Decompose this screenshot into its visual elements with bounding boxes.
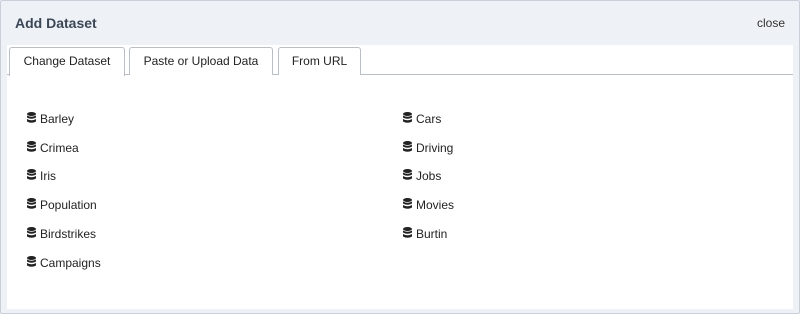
- dataset-label: Population: [40, 198, 97, 212]
- dataset-label: Iris: [40, 169, 56, 183]
- dataset-label: Campaigns: [40, 256, 101, 270]
- close-button[interactable]: close: [757, 16, 785, 30]
- database-icon: [403, 141, 412, 153]
- dataset-population[interactable]: Population: [27, 197, 97, 213]
- dataset-label: Burtin: [416, 227, 448, 241]
- dataset-label: Birdstrikes: [40, 227, 97, 241]
- dataset-iris[interactable]: Iris: [27, 168, 56, 184]
- dialog-content: [7, 45, 793, 309]
- database-icon: [27, 141, 36, 153]
- database-icon: [27, 198, 36, 210]
- dataset-barley[interactable]: Barley: [27, 111, 74, 127]
- database-icon: [27, 227, 36, 239]
- dataset-label: Crimea: [40, 141, 79, 155]
- dataset-jobs[interactable]: Jobs: [403, 168, 441, 184]
- dataset-label: Cars: [416, 112, 442, 126]
- dataset-label: Jobs: [416, 169, 442, 183]
- database-icon: [403, 169, 412, 181]
- dialog-title: Add Dataset: [15, 15, 97, 31]
- dataset-label: Barley: [40, 112, 75, 126]
- dialog-header: Add Dataset close: [1, 1, 799, 45]
- dataset-movies[interactable]: Movies: [403, 197, 454, 213]
- database-icon: [27, 169, 36, 181]
- database-icon: [27, 112, 36, 124]
- dataset-label: Movies: [416, 198, 455, 212]
- dataset-burtin[interactable]: Burtin: [403, 226, 447, 242]
- tab-paste-or-upload-data[interactable]: Paste or Upload Data: [129, 47, 273, 75]
- dataset-crimea[interactable]: Crimea: [27, 140, 79, 156]
- dataset-campaigns[interactable]: Campaigns: [27, 255, 101, 271]
- dataset-driving[interactable]: Driving: [403, 140, 453, 156]
- dataset-birdstrikes[interactable]: Birdstrikes: [27, 226, 96, 242]
- database-icon: [403, 227, 412, 239]
- database-icon: [27, 256, 36, 268]
- database-icon: [403, 198, 412, 210]
- add-dataset-dialog: Add Dataset close Change Dataset Paste o…: [0, 0, 800, 314]
- dataset-cars[interactable]: Cars: [403, 111, 441, 127]
- tab-change-dataset[interactable]: Change Dataset: [9, 47, 125, 76]
- tab-bar: Change Dataset Paste or Upload Data From…: [7, 47, 793, 76]
- dataset-label: Driving: [416, 141, 454, 155]
- database-icon: [403, 112, 412, 124]
- tab-from-url[interactable]: From URL: [278, 47, 361, 75]
